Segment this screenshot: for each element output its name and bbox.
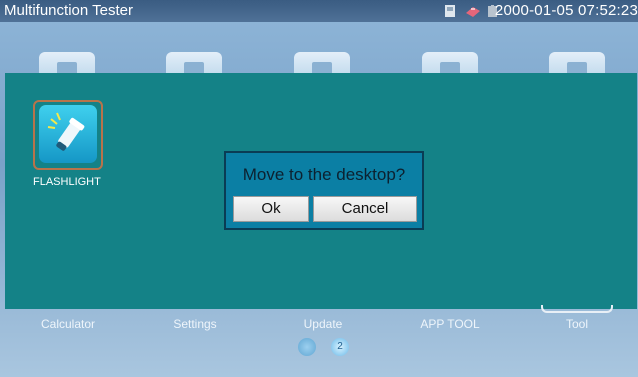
status-bar: Multifunction Tester 2000-01-05 07:52:23 xyxy=(0,0,638,22)
cancel-button[interactable]: Cancel xyxy=(313,196,417,222)
flashlight-app-label: FLASHLIGHT xyxy=(33,176,101,188)
tool-selection-indicator xyxy=(541,305,613,313)
move-to-desktop-dialog: Move to the desktop? Ok Cancel xyxy=(224,151,424,230)
dock-label-update[interactable]: Update xyxy=(278,317,368,331)
page-indicator-2[interactable]: 2 xyxy=(331,338,349,356)
dock-label-tool[interactable]: Tool xyxy=(532,317,622,331)
flashlight-icon xyxy=(47,112,85,151)
page-indicator-1[interactable] xyxy=(298,338,316,356)
ok-button[interactable]: Ok xyxy=(233,196,309,222)
sd-card-icon xyxy=(445,5,455,17)
datetime: 2000-01-05 07:52:23 xyxy=(494,2,638,19)
flashlight-app-button[interactable] xyxy=(39,105,97,163)
dock-label-app-tool[interactable]: APP TOOL xyxy=(405,317,495,331)
dock-label-settings[interactable]: Settings xyxy=(150,317,240,331)
app-title: Multifunction Tester xyxy=(4,2,133,19)
dialog-message: Move to the desktop? xyxy=(242,165,406,184)
network-icon xyxy=(466,7,480,17)
dock-label-calculator[interactable]: Calculator xyxy=(23,317,113,331)
